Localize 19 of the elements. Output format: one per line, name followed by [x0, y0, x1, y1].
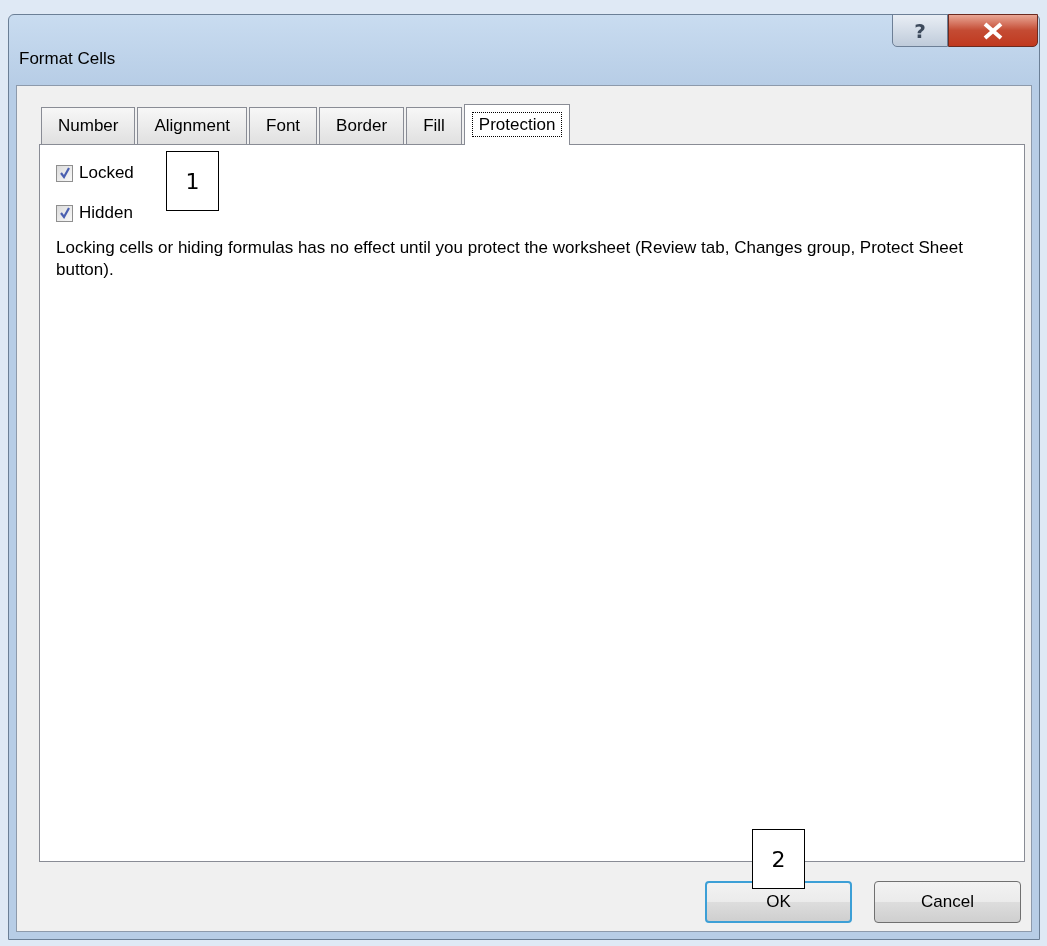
- check-icon: [58, 167, 71, 179]
- dialog-button[interactable]: OK: [705, 881, 852, 923]
- help-button[interactable]: ?: [892, 14, 948, 47]
- tab[interactable]: Border: [319, 107, 405, 144]
- description-text: Locking cells or hiding formulas has no effect until you protect the worksheet (Review tab, Changes group, Protect Sheet button).: [56, 237, 964, 281]
- close-button[interactable]: [948, 14, 1038, 47]
- callout-label: 2: [752, 829, 805, 889]
- checkbox[interactable]: Hidden: [56, 193, 133, 233]
- tab[interactable]: Font: [249, 107, 318, 144]
- tab[interactable]: Fill: [406, 107, 462, 144]
- checkbox[interactable]: Locked: [56, 153, 134, 193]
- callout-label: 1: [166, 151, 219, 211]
- dialog-button[interactable]: Cancel: [874, 881, 1021, 923]
- window-title: Format Cells: [19, 49, 116, 69]
- close-icon: [982, 21, 1004, 40]
- tab[interactable]: Protection: [463, 104, 571, 145]
- tab[interactable]: Alignment: [137, 107, 248, 144]
- tab[interactable]: Number: [41, 107, 136, 144]
- check-icon: [58, 207, 71, 219]
